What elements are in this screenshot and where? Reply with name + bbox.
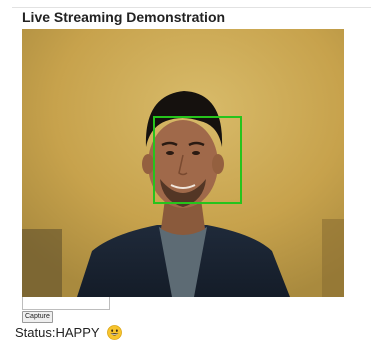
- grinning-face-icon: [107, 325, 122, 343]
- video-stream: [22, 29, 344, 297]
- page-title: Live Streaming Demonstration: [22, 9, 226, 25]
- status-value: HAPPY: [55, 325, 100, 340]
- status-label: Status:: [15, 325, 56, 340]
- top-divider: [12, 7, 371, 8]
- face-detection-box: [153, 116, 242, 204]
- text-field[interactable]: [22, 297, 110, 310]
- capture-button[interactable]: Capture: [22, 311, 53, 323]
- status-line: Status:HAPPY: [15, 325, 122, 343]
